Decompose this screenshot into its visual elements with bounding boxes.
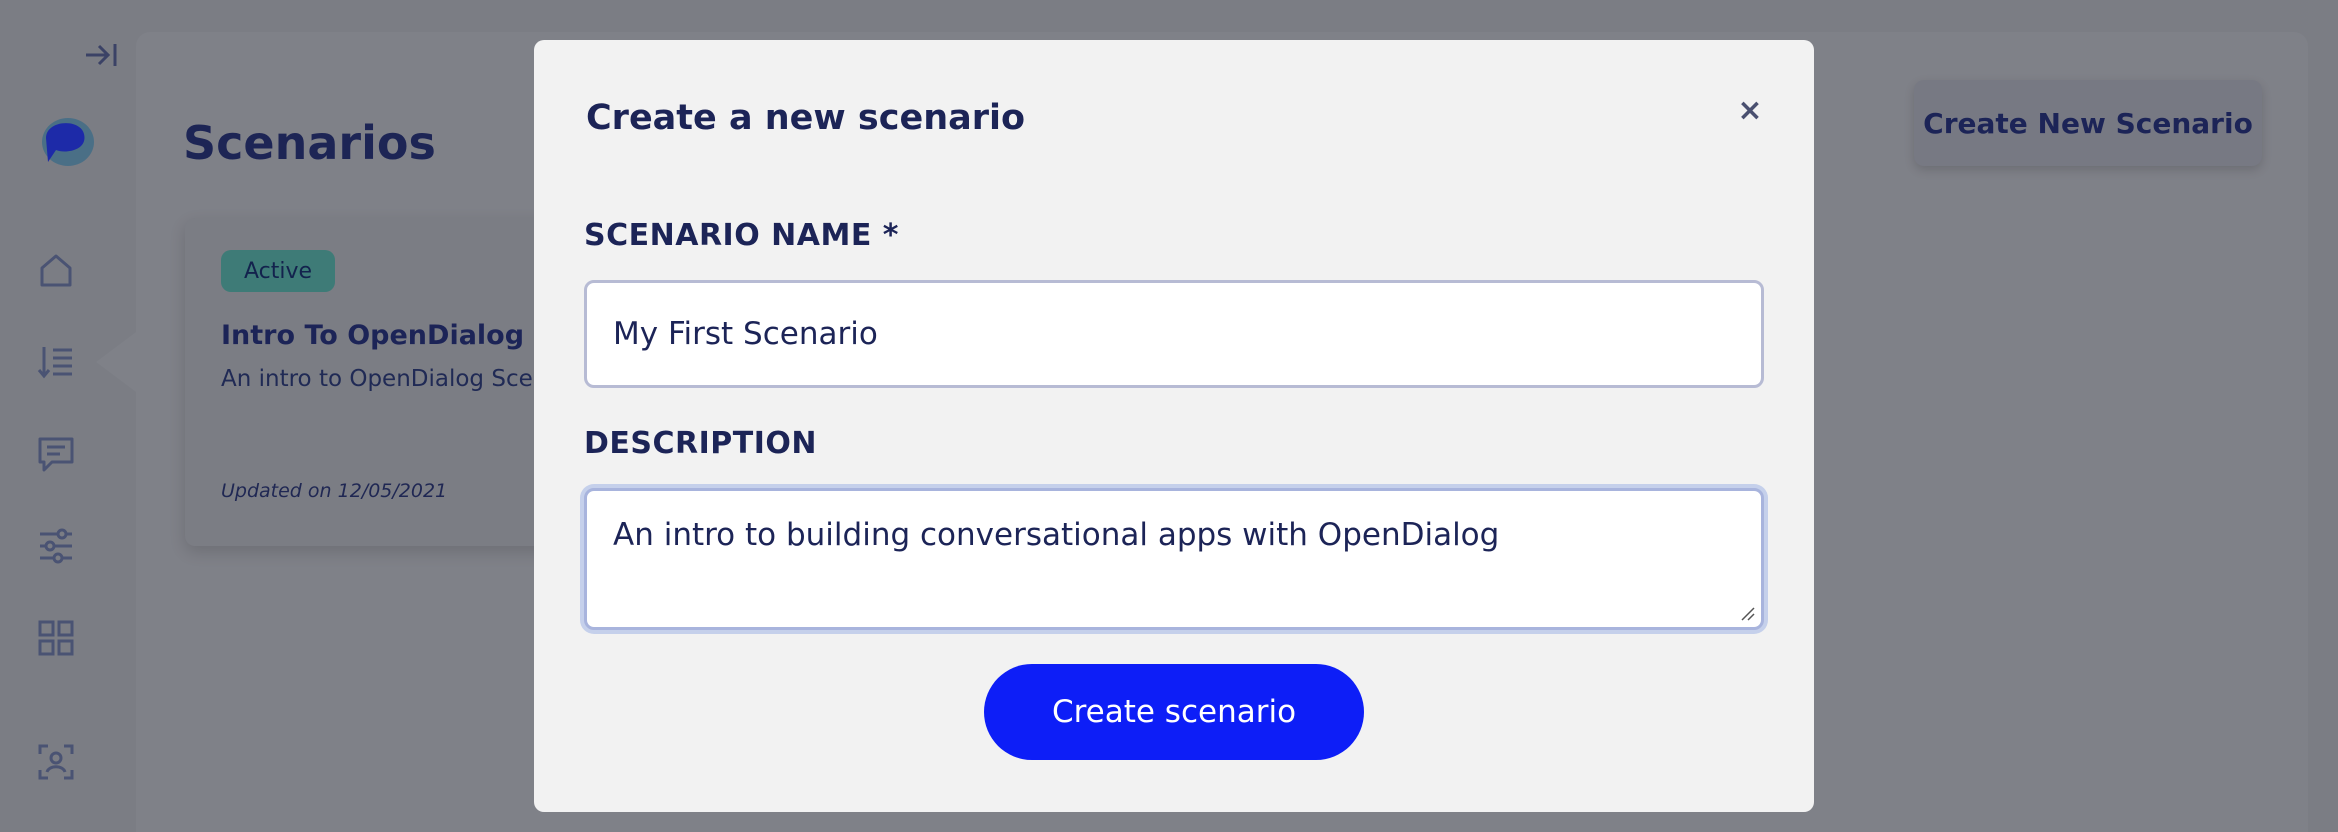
active-nav-indicator [96,332,136,392]
scenarios-list-icon[interactable] [36,342,76,382]
resize-handle-icon[interactable] [1739,605,1755,621]
card-description: An intro to OpenDialog Scenarios [221,366,561,392]
description-label: DESCRIPTION [584,426,818,461]
sidebar [0,0,136,832]
home-icon[interactable] [36,250,76,290]
scenario-name-label: SCENARIO NAME * [584,218,899,253]
apps-grid-icon[interactable] [36,618,76,658]
conversation-icon[interactable] [36,434,76,474]
opendialog-logo [42,118,94,166]
modal-title: Create a new scenario [586,98,1026,138]
sliders-icon[interactable] [36,526,76,566]
description-textarea[interactable]: An intro to building conversational apps… [584,488,1764,630]
description-value: An intro to building conversational apps… [613,517,1500,553]
close-icon[interactable]: × [1732,92,1768,128]
card-title: Intro To OpenDialog [221,320,525,351]
scenario-name-value: My First Scenario [613,316,878,352]
scenario-card[interactable]: Active Intro To OpenDialog An intro to O… [185,218,565,546]
page-title: Scenarios [183,116,436,170]
create-scenario-modal: Create a new scenario × SCENARIO NAME * … [534,40,1814,812]
scenario-name-input[interactable]: My First Scenario [584,280,1764,388]
status-badge: Active [221,250,335,292]
create-new-scenario-button[interactable]: Create New Scenario [1914,80,2262,166]
collapse-sidebar-icon[interactable] [84,40,118,70]
create-scenario-button[interactable]: Create scenario [984,664,1364,760]
card-updated-date: Updated on 12/05/2021 [221,480,448,502]
scan-icon[interactable] [36,742,76,782]
